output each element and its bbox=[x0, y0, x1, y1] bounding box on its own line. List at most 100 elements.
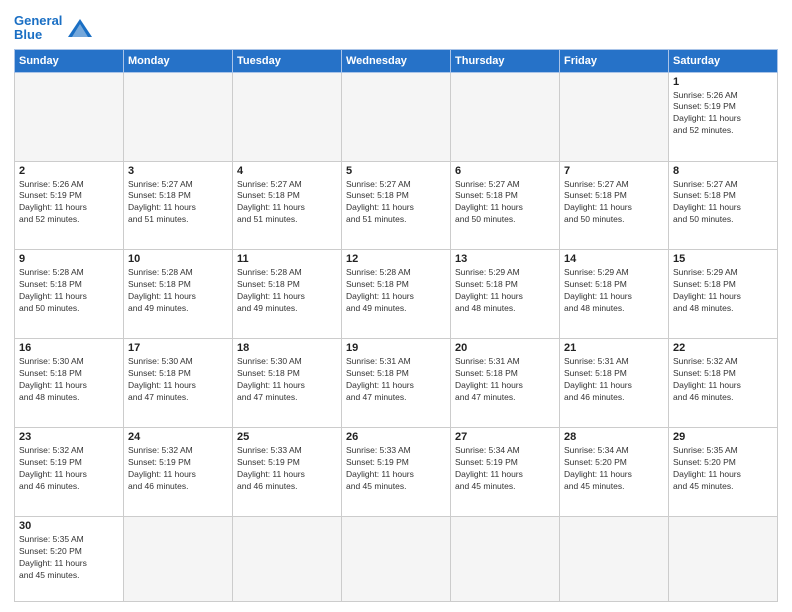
calendar-week-row: 9 Sunrise: 5:28 AM Sunset: 5:18 PM Daylig… bbox=[15, 250, 778, 339]
calendar-cell: 25 Sunrise: 5:33 AM Sunset: 5:19 PM Dayli… bbox=[233, 428, 342, 517]
calendar-week-row: 23Sunrise: 5:32 AM Sunset: 5:19 PM Dayli… bbox=[15, 428, 778, 517]
day-info: Sunrise: 5:33 AM Sunset: 5:19 PM Dayligh… bbox=[346, 445, 446, 493]
day-info: Sunrise: 5:34 AM Sunset: 5:19 PM Dayligh… bbox=[455, 445, 555, 493]
calendar-cell bbox=[124, 517, 233, 602]
day-number: 3 bbox=[128, 165, 228, 177]
day-info: Sunrise: 5:33 AM Sunset: 5:19 PM Dayligh… bbox=[237, 445, 337, 493]
calendar-table: SundayMondayTuesdayWednesdayThursdayFrid… bbox=[14, 49, 778, 602]
calendar-cell: 20 Sunrise: 5:31 AM Sunset: 5:18 PM Dayli… bbox=[451, 339, 560, 428]
calendar-cell bbox=[451, 72, 560, 161]
calendar-cell: 19Sunrise: 5:31 AM Sunset: 5:18 PM Dayli… bbox=[342, 339, 451, 428]
day-info: Sunrise: 5:27 AM Sunset: 5:18 PM Dayligh… bbox=[346, 179, 446, 227]
day-info: Sunrise: 5:34 AM Sunset: 5:20 PM Dayligh… bbox=[564, 445, 664, 493]
day-number: 30 bbox=[19, 520, 119, 532]
day-number: 9 bbox=[19, 253, 119, 265]
logo: General Blue bbox=[14, 14, 94, 43]
calendar-cell: 6 Sunrise: 5:27 AM Sunset: 5:18 PM Daylig… bbox=[451, 161, 560, 250]
calendar-cell bbox=[233, 72, 342, 161]
page: General Blue SundayMondayTuesdayWednesda… bbox=[0, 0, 792, 612]
day-number: 27 bbox=[455, 431, 555, 443]
logo-general: General bbox=[14, 13, 62, 28]
day-number: 5 bbox=[346, 165, 446, 177]
calendar-cell bbox=[15, 72, 124, 161]
calendar-cell: 7 Sunrise: 5:27 AM Sunset: 5:18 PM Daylig… bbox=[560, 161, 669, 250]
calendar-cell: 11 Sunrise: 5:28 AM Sunset: 5:18 PM Dayli… bbox=[233, 250, 342, 339]
day-info: Sunrise: 5:26 AM Sunset: 5:19 PM Dayligh… bbox=[19, 179, 119, 227]
day-number: 12 bbox=[346, 253, 446, 265]
day-number: 8 bbox=[673, 165, 773, 177]
day-number: 24 bbox=[128, 431, 228, 443]
calendar-header-tuesday: Tuesday bbox=[233, 49, 342, 72]
day-info: Sunrise: 5:32 AM Sunset: 5:19 PM Dayligh… bbox=[128, 445, 228, 493]
day-info: Sunrise: 5:32 AM Sunset: 5:19 PM Dayligh… bbox=[19, 445, 119, 493]
day-info: Sunrise: 5:35 AM Sunset: 5:20 PM Dayligh… bbox=[673, 445, 773, 493]
day-number: 14 bbox=[564, 253, 664, 265]
day-number: 13 bbox=[455, 253, 555, 265]
day-info: Sunrise: 5:30 AM Sunset: 5:18 PM Dayligh… bbox=[19, 356, 119, 404]
calendar-cell: 24 Sunrise: 5:32 AM Sunset: 5:19 PM Dayli… bbox=[124, 428, 233, 517]
day-info: Sunrise: 5:30 AM Sunset: 5:18 PM Dayligh… bbox=[237, 356, 337, 404]
calendar-cell bbox=[233, 517, 342, 602]
day-info: Sunrise: 5:31 AM Sunset: 5:18 PM Dayligh… bbox=[455, 356, 555, 404]
calendar-cell: 5 Sunrise: 5:27 AM Sunset: 5:18 PM Daylig… bbox=[342, 161, 451, 250]
day-number: 17 bbox=[128, 342, 228, 354]
day-info: Sunrise: 5:29 AM Sunset: 5:18 PM Dayligh… bbox=[673, 267, 773, 315]
calendar-cell bbox=[342, 72, 451, 161]
day-number: 6 bbox=[455, 165, 555, 177]
calendar-cell: 21 Sunrise: 5:31 AM Sunset: 5:18 PM Dayli… bbox=[560, 339, 669, 428]
calendar-week-row: 30 Sunrise: 5:35 AM Sunset: 5:20 PM Dayli… bbox=[15, 517, 778, 602]
day-number: 19 bbox=[346, 342, 446, 354]
calendar-week-row: 16 Sunrise: 5:30 AM Sunset: 5:18 PM Dayli… bbox=[15, 339, 778, 428]
day-number: 1 bbox=[673, 76, 773, 88]
day-number: 16 bbox=[19, 342, 119, 354]
calendar-cell: 16 Sunrise: 5:30 AM Sunset: 5:18 PM Dayli… bbox=[15, 339, 124, 428]
day-number: 11 bbox=[237, 253, 337, 265]
calendar-cell: 3Sunrise: 5:27 AM Sunset: 5:18 PM Daylig… bbox=[124, 161, 233, 250]
day-number: 7 bbox=[564, 165, 664, 177]
calendar-header-sunday: Sunday bbox=[15, 49, 124, 72]
calendar-cell bbox=[124, 72, 233, 161]
calendar-week-row: 2 Sunrise: 5:26 AM Sunset: 5:19 PM Daylig… bbox=[15, 161, 778, 250]
day-info: Sunrise: 5:26 AM Sunset: 5:19 PM Dayligh… bbox=[673, 90, 773, 138]
day-number: 26 bbox=[346, 431, 446, 443]
day-info: Sunrise: 5:30 AM Sunset: 5:18 PM Dayligh… bbox=[128, 356, 228, 404]
day-number: 29 bbox=[673, 431, 773, 443]
day-info: Sunrise: 5:28 AM Sunset: 5:18 PM Dayligh… bbox=[19, 267, 119, 315]
calendar-cell bbox=[560, 72, 669, 161]
calendar-header-thursday: Thursday bbox=[451, 49, 560, 72]
day-info: Sunrise: 5:28 AM Sunset: 5:18 PM Dayligh… bbox=[128, 267, 228, 315]
calendar-cell: 2 Sunrise: 5:26 AM Sunset: 5:19 PM Daylig… bbox=[15, 161, 124, 250]
day-number: 28 bbox=[564, 431, 664, 443]
calendar-cell: 4Sunrise: 5:27 AM Sunset: 5:18 PM Daylig… bbox=[233, 161, 342, 250]
calendar-cell: 1 Sunrise: 5:26 AM Sunset: 5:19 PM Daylig… bbox=[669, 72, 778, 161]
calendar-cell: 23Sunrise: 5:32 AM Sunset: 5:19 PM Dayli… bbox=[15, 428, 124, 517]
day-number: 25 bbox=[237, 431, 337, 443]
calendar-week-row: 1 Sunrise: 5:26 AM Sunset: 5:19 PM Daylig… bbox=[15, 72, 778, 161]
calendar-header-monday: Monday bbox=[124, 49, 233, 72]
calendar-header-row: SundayMondayTuesdayWednesdayThursdayFrid… bbox=[15, 49, 778, 72]
day-number: 18 bbox=[237, 342, 337, 354]
logo-blue: Blue bbox=[14, 27, 42, 42]
calendar-cell: 10 Sunrise: 5:28 AM Sunset: 5:18 PM Dayli… bbox=[124, 250, 233, 339]
day-number: 20 bbox=[455, 342, 555, 354]
day-number: 21 bbox=[564, 342, 664, 354]
calendar-cell: 8 Sunrise: 5:27 AM Sunset: 5:18 PM Daylig… bbox=[669, 161, 778, 250]
day-info: Sunrise: 5:35 AM Sunset: 5:20 PM Dayligh… bbox=[19, 534, 119, 582]
calendar-cell: 29 Sunrise: 5:35 AM Sunset: 5:20 PM Dayli… bbox=[669, 428, 778, 517]
calendar-cell: 15Sunrise: 5:29 AM Sunset: 5:18 PM Dayli… bbox=[669, 250, 778, 339]
day-info: Sunrise: 5:32 AM Sunset: 5:18 PM Dayligh… bbox=[673, 356, 773, 404]
day-number: 10 bbox=[128, 253, 228, 265]
day-number: 4 bbox=[237, 165, 337, 177]
day-info: Sunrise: 5:28 AM Sunset: 5:18 PM Dayligh… bbox=[237, 267, 337, 315]
day-info: Sunrise: 5:27 AM Sunset: 5:18 PM Dayligh… bbox=[455, 179, 555, 227]
calendar-cell bbox=[560, 517, 669, 602]
calendar-cell: 18 Sunrise: 5:30 AM Sunset: 5:18 PM Dayli… bbox=[233, 339, 342, 428]
day-info: Sunrise: 5:27 AM Sunset: 5:18 PM Dayligh… bbox=[673, 179, 773, 227]
calendar-cell: 17 Sunrise: 5:30 AM Sunset: 5:18 PM Dayli… bbox=[124, 339, 233, 428]
calendar-cell: 30 Sunrise: 5:35 AM Sunset: 5:20 PM Dayli… bbox=[15, 517, 124, 602]
day-number: 2 bbox=[19, 165, 119, 177]
calendar-cell: 14Sunrise: 5:29 AM Sunset: 5:18 PM Dayli… bbox=[560, 250, 669, 339]
day-info: Sunrise: 5:27 AM Sunset: 5:18 PM Dayligh… bbox=[564, 179, 664, 227]
logo-icon bbox=[66, 17, 94, 39]
day-info: Sunrise: 5:31 AM Sunset: 5:18 PM Dayligh… bbox=[564, 356, 664, 404]
